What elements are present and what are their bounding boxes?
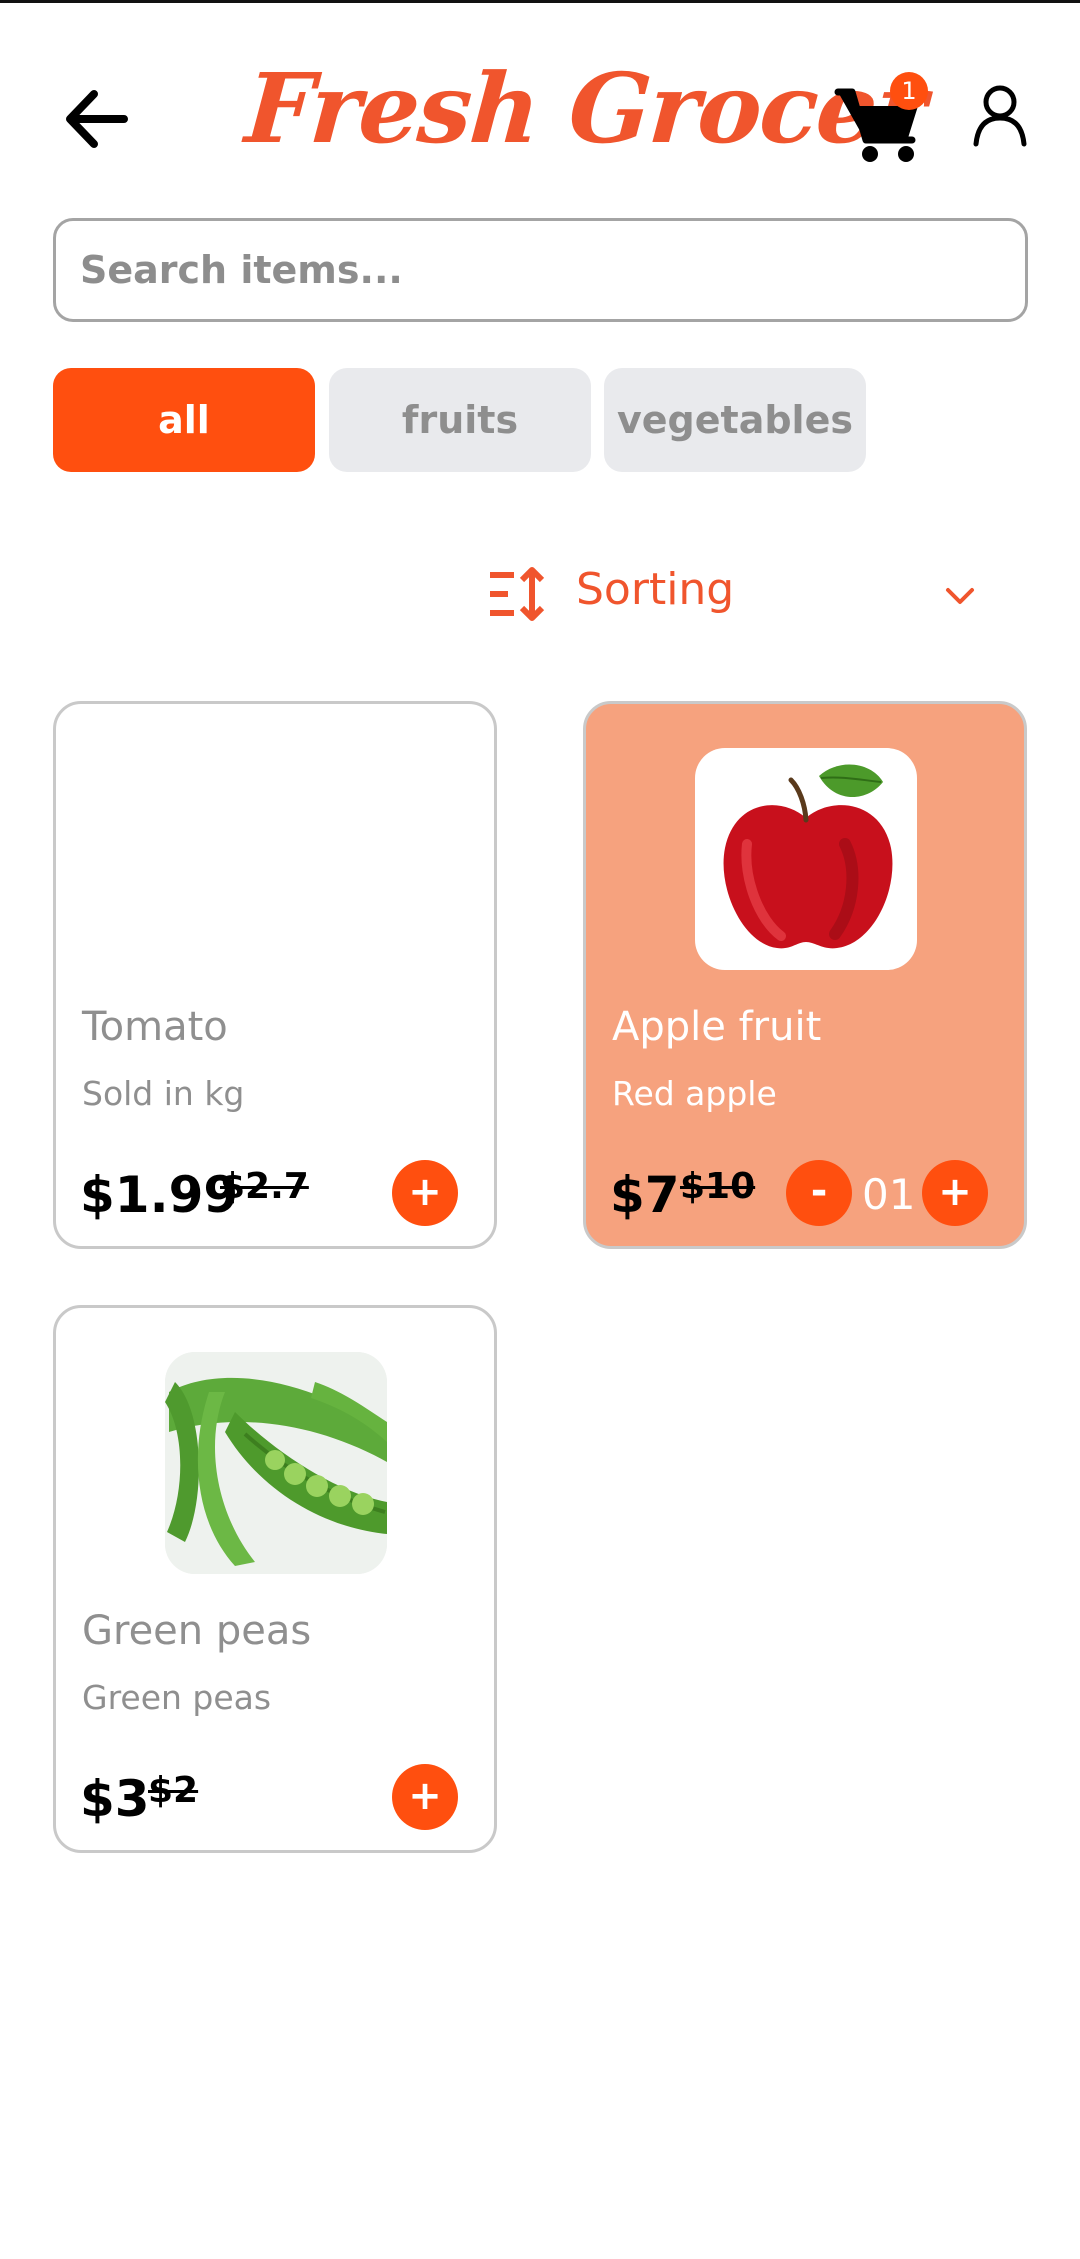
- cart-count-badge: 1: [890, 72, 928, 110]
- brand-title: Fresh Grocer: [242, 52, 929, 165]
- back-button[interactable]: [58, 78, 138, 158]
- add-to-cart-button[interactable]: +: [392, 1160, 458, 1226]
- quantity-value: 01: [862, 1170, 916, 1219]
- search-input[interactable]: [53, 218, 1028, 322]
- decrease-quantity-button[interactable]: -: [786, 1160, 852, 1226]
- product-old-price: $2.7: [220, 1166, 309, 1207]
- product-name: Tomato: [82, 1004, 228, 1050]
- chevron-down-icon: [946, 588, 974, 604]
- product-price: $7: [610, 1166, 680, 1224]
- filter-chip-vegetables[interactable]: vegetables: [604, 368, 866, 472]
- profile-button[interactable]: [968, 78, 1032, 158]
- product-image-green-peas: [165, 1352, 387, 1574]
- product-name: Green peas: [82, 1608, 312, 1654]
- product-price: $3: [80, 1770, 150, 1828]
- product-name: Apple fruit: [612, 1004, 822, 1050]
- arrow-left-icon: [66, 90, 128, 148]
- product-subtitle: Green peas: [82, 1678, 272, 1717]
- filter-chip-fruits[interactable]: fruits: [329, 368, 591, 472]
- product-old-price: $10: [680, 1166, 756, 1207]
- filter-chip-all[interactable]: all: [53, 368, 315, 472]
- product-card-tomato[interactable]: Tomato Sold in kg $1.99 $2.7 +: [53, 701, 497, 1249]
- product-card-apple[interactable]: Apple fruit Red apple $7 $10 - 01 +: [583, 701, 1027, 1249]
- product-card-green-peas[interactable]: Green peas Green peas $3 $2 +: [53, 1305, 497, 1853]
- app-header: Fresh Grocer 1: [0, 40, 1080, 190]
- status-bar-line: [0, 0, 1080, 3]
- product-price: $1.99: [80, 1166, 239, 1224]
- product-image-apple: [695, 748, 917, 970]
- product-subtitle: Red apple: [612, 1074, 777, 1113]
- product-old-price: $2: [148, 1770, 199, 1811]
- add-to-cart-button[interactable]: +: [392, 1764, 458, 1830]
- product-subtitle: Sold in kg: [82, 1074, 245, 1113]
- sorting-dropdown[interactable]: Sorting: [488, 560, 988, 630]
- cart-button[interactable]: 1: [834, 72, 930, 168]
- user-icon: [973, 85, 1027, 147]
- sort-icon: [490, 567, 545, 621]
- sorting-label: Sorting: [576, 564, 735, 615]
- increase-quantity-button[interactable]: +: [922, 1160, 988, 1226]
